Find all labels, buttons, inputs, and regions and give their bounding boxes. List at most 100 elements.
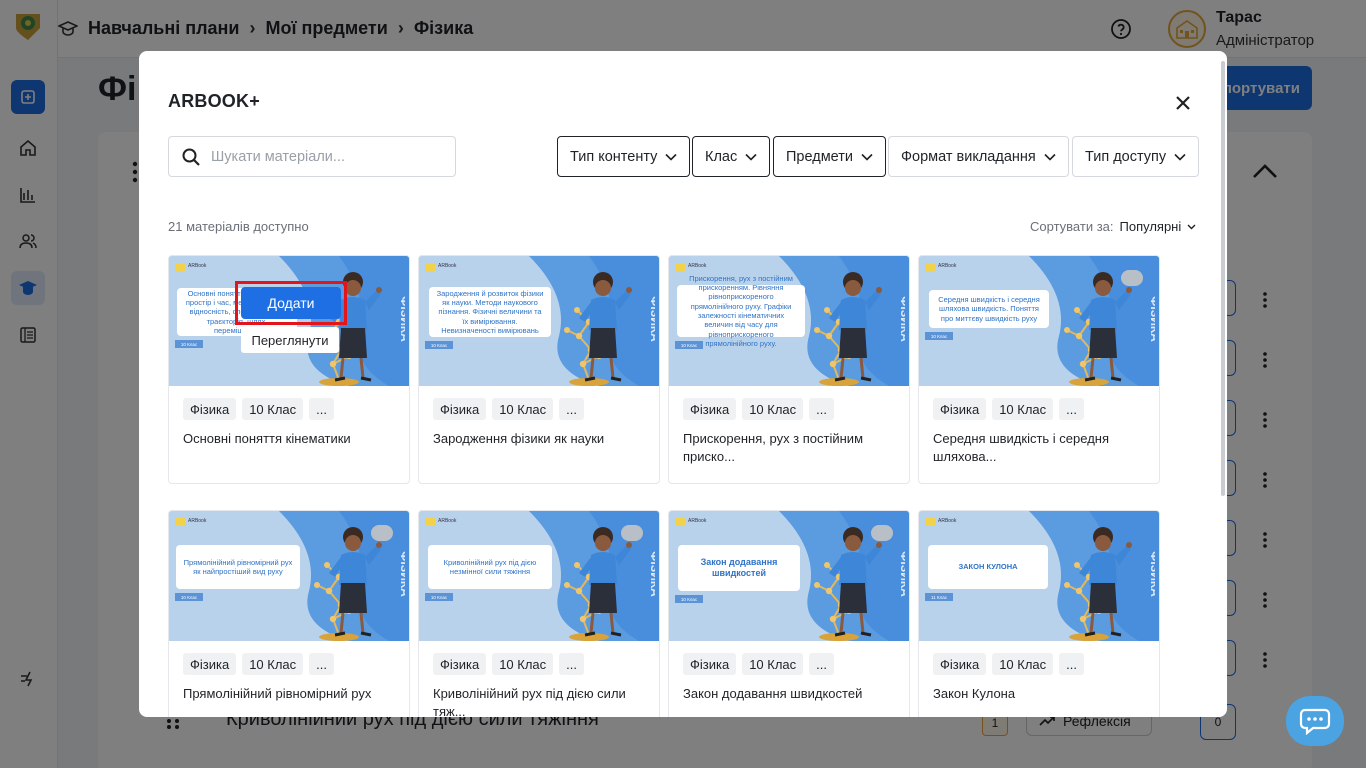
subject-vertical-label-icon: ФІЗИКА	[1148, 296, 1155, 342]
grade-tag: 10 Клас	[242, 398, 304, 420]
material-thumbnail[interactable]: ARBook Основні поняття кінематики: прост…	[169, 256, 409, 386]
material-tags: Фізика 10 Клас ...	[183, 398, 335, 420]
search-field[interactable]	[168, 136, 456, 177]
teacher-illustration-icon	[579, 527, 632, 637]
slide-preview-text: Середня швидкість і середня шляхова швид…	[929, 290, 1049, 328]
filter-grade[interactable]: Клас	[692, 136, 771, 177]
material-title[interactable]: Прямолінійний рівномірний рух	[183, 685, 397, 703]
material-tags: Фізика 10 Клас ...	[933, 398, 1085, 420]
subject-vertical-label-icon: ФІЗИКА	[648, 296, 655, 342]
material-thumbnail[interactable]: ARBook Зародження й розвиток фізики як н…	[419, 256, 659, 386]
subject-tag: Фізика	[183, 398, 237, 420]
brand-logo-icon	[425, 263, 435, 271]
filter-label: Тип доступу	[1085, 148, 1167, 165]
material-card[interactable]: ARBook Криволінійний рух під дією незмін…	[418, 510, 660, 717]
subject-vertical-label-icon: ФІЗИКА	[398, 296, 405, 342]
material-title[interactable]: Прискорення, рух з постійним приско...	[683, 430, 897, 466]
subject-vertical-label-icon: ФІЗИКА	[898, 296, 905, 342]
grade-badge: 10 Клас	[675, 595, 703, 603]
subject-tag: Фізика	[683, 398, 737, 420]
material-thumbnail[interactable]: ARBook Криволінійний рух під дією незмін…	[419, 511, 659, 641]
material-title[interactable]: Зародження фізики як науки	[433, 430, 647, 448]
material-thumbnail[interactable]: ARBook Закон додавання швидкостей 10 Кла…	[669, 511, 909, 641]
filter-content-type[interactable]: Тип контенту	[557, 136, 691, 177]
material-tags: Фізика 10 Клас ...	[433, 398, 585, 420]
grade-badge: 10 Клас	[175, 593, 203, 601]
more-tags[interactable]: ...	[809, 398, 835, 420]
search-input[interactable]	[211, 148, 441, 165]
material-title[interactable]: Закон Кулона	[933, 685, 1147, 703]
slide-preview-text: Прямолінійний рівномірний рух як найпрос…	[176, 545, 300, 589]
material-thumbnail[interactable]: ARBook ЗАКОН КУЛОНА 11 Клас ФІЗИКА	[919, 511, 1159, 641]
material-card[interactable]: ARBook Закон додавання швидкостей 10 Кла…	[668, 510, 910, 717]
material-card[interactable]: ARBook Зародження й розвиток фізики як н…	[418, 255, 660, 484]
add-button[interactable]: Додати	[241, 287, 341, 319]
brand-text: ARBook	[688, 263, 707, 269]
preview-button[interactable]: Переглянути	[241, 327, 339, 353]
material-tags: Фізика 10 Клас ...	[933, 653, 1085, 675]
subject-tag: Фізика	[183, 653, 237, 675]
brand-text: ARBook	[688, 518, 707, 524]
filter-subjects[interactable]: Предмети	[773, 136, 886, 177]
filter-label: Предмети	[786, 148, 853, 165]
teacher-illustration-icon	[829, 527, 882, 637]
chat-button[interactable]	[1286, 696, 1344, 746]
material-card[interactable]: ARBook Прямолінійний рівномірний рух як …	[168, 510, 410, 717]
brand-text: ARBook	[438, 518, 457, 524]
vertical-subject-text: ФІЗИКА	[648, 296, 655, 342]
grade-badge: 10 Клас	[425, 341, 453, 349]
brand-logo-icon	[675, 518, 685, 526]
material-thumbnail[interactable]: ARBook Прискорення, рух з постійним прис…	[669, 256, 909, 386]
material-title[interactable]: Середня швидкість і середня шляхова...	[933, 430, 1147, 466]
more-tags[interactable]: ...	[1059, 398, 1085, 420]
material-title[interactable]: Криволінійний рух під дією сили тяж...	[433, 685, 647, 717]
more-tags[interactable]: ...	[809, 653, 835, 675]
chevron-down-icon	[745, 153, 757, 161]
filter-label: Тип контенту	[570, 148, 658, 165]
material-card[interactable]: ARBook Прискорення, рух з постійним прис…	[668, 255, 910, 484]
sort-value[interactable]: Популярні	[1120, 219, 1182, 234]
chevron-down-icon	[1174, 153, 1186, 161]
more-tags[interactable]: ...	[559, 653, 585, 675]
filter-access-type[interactable]: Тип доступу	[1072, 136, 1200, 177]
filter-teaching-format[interactable]: Формат викладання	[888, 136, 1069, 177]
vertical-subject-text: ФІЗИКА	[898, 296, 905, 342]
grade-tag: 10 Клас	[992, 398, 1054, 420]
material-thumbnail[interactable]: ARBook Середня швидкість і середня шляхо…	[919, 256, 1159, 386]
filter-label: Клас	[705, 148, 738, 165]
sort-control[interactable]: Сортувати за: Популярні	[1030, 219, 1196, 234]
subject-vertical-label-icon: ФІЗИКА	[648, 551, 655, 597]
slide-preview-text: Закон додавання швидкостей	[678, 545, 800, 591]
chevron-down-icon	[1044, 153, 1056, 161]
material-thumbnail[interactable]: ARBook Прямолінійний рівномірний рух як …	[169, 511, 409, 641]
grade-badge: 10 Клас	[425, 593, 453, 601]
grade-tag: 10 Клас	[742, 398, 804, 420]
teacher-illustration-icon	[329, 527, 382, 637]
grade-tag: 10 Клас	[742, 653, 804, 675]
more-tags[interactable]: ...	[1059, 653, 1085, 675]
subject-tag: Фізика	[933, 653, 987, 675]
material-tags: Фізика 10 Клас ...	[433, 653, 585, 675]
material-card[interactable]: ARBook ЗАКОН КУЛОНА 11 Клас ФІЗИКА Фізик…	[918, 510, 1160, 717]
vertical-subject-text: ФІЗИКА	[398, 551, 405, 597]
slide-preview-text: Криволінійний рух під дією незмінної сил…	[428, 545, 552, 589]
chat-icon	[1299, 708, 1331, 735]
brand-text: ARBook	[938, 518, 957, 524]
material-title[interactable]: Основні поняття кінематики	[183, 430, 397, 448]
close-icon[interactable]	[1173, 93, 1193, 113]
subject-tag: Фізика	[933, 398, 987, 420]
more-tags[interactable]: ...	[309, 653, 335, 675]
subject-vertical-label-icon: ФІЗИКА	[898, 551, 905, 597]
more-tags[interactable]: ...	[559, 398, 585, 420]
more-tags[interactable]: ...	[309, 398, 335, 420]
material-title[interactable]: Закон додавання швидкостей	[683, 685, 897, 703]
brand-text: ARBook	[188, 263, 207, 269]
scrollbar[interactable]	[1221, 61, 1225, 496]
brand-logo-icon	[175, 263, 185, 271]
materials-count: 21 матеріалів доступно	[168, 219, 309, 234]
material-card[interactable]: ARBook Середня швидкість і середня шляхо…	[918, 255, 1160, 484]
chevron-down-icon	[665, 153, 677, 161]
slide-preview-text: Зародження й розвиток фізики як науки. М…	[429, 287, 551, 337]
brand-logo-icon	[675, 263, 685, 271]
material-card[interactable]: ARBook Основні поняття кінематики: прост…	[168, 255, 410, 484]
